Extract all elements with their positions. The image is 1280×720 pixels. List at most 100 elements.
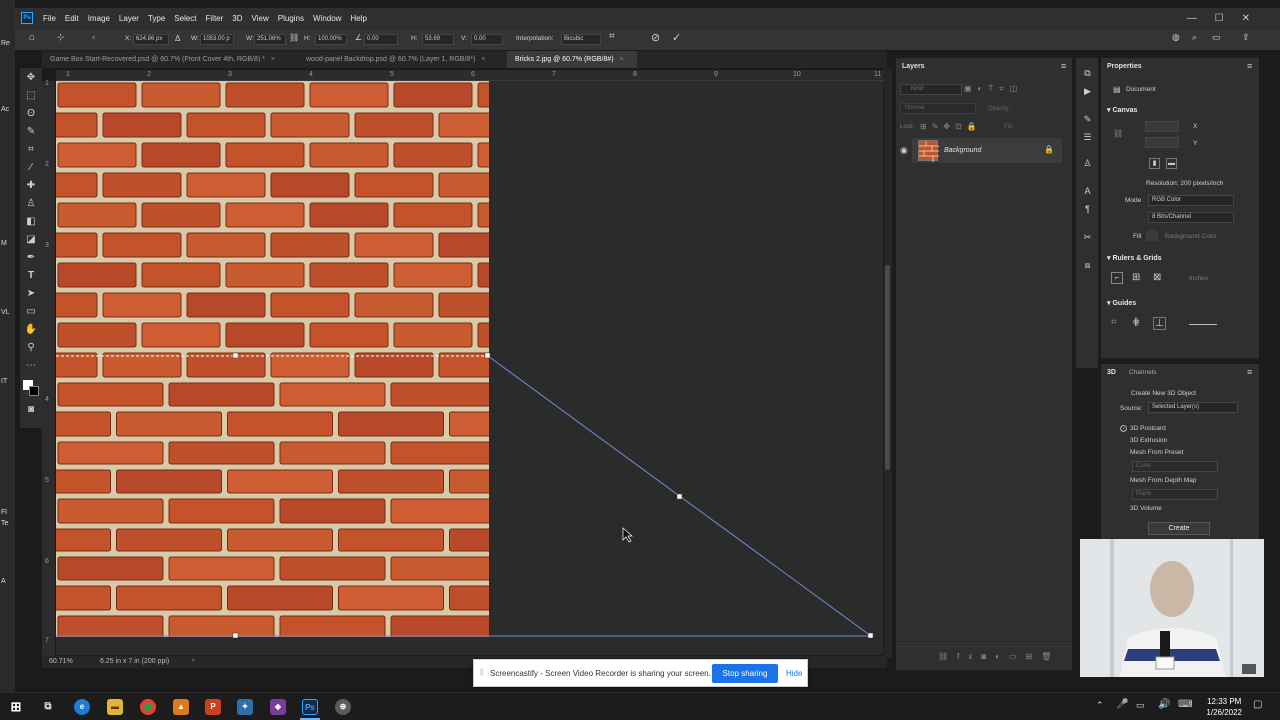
keyboard-icon[interactable]: ⌨ xyxy=(1178,699,1192,710)
option-3d-postcard[interactable]: 3D Postcard xyxy=(1130,425,1166,432)
radio-3d-postcard[interactable] xyxy=(1120,425,1127,432)
menu-filter[interactable]: Filter xyxy=(206,14,224,23)
powerpoint-icon[interactable]: P xyxy=(205,699,221,715)
chrome-icon[interactable] xyxy=(140,699,156,715)
menu-window[interactable]: Window xyxy=(313,14,341,23)
marquee-tool-icon[interactable]: ⬚ xyxy=(24,90,38,102)
rulers-grids-section[interactable]: ▾ Rulers & Grids xyxy=(1107,254,1161,262)
close-button[interactable]: ✕ xyxy=(1242,13,1250,24)
paragraph-icon[interactable]: ¶ xyxy=(1082,204,1093,215)
option-3d-extrusion[interactable]: 3D Extrusion xyxy=(1130,437,1167,444)
grid-icon[interactable]: ⊞ xyxy=(1132,272,1140,283)
create-button[interactable]: Create xyxy=(1148,522,1210,535)
move-tool-icon[interactable]: ✥ xyxy=(24,72,38,84)
blend-mode-select[interactable]: Normal xyxy=(900,103,976,114)
option-mesh-preset[interactable]: Mesh From Preset xyxy=(1130,449,1183,456)
pen-tool-icon[interactable]: ✒ xyxy=(24,252,38,264)
drag-handle-icon[interactable]: || xyxy=(480,669,484,676)
angle-input[interactable]: 0.00 xyxy=(364,34,398,45)
crop-tool-icon[interactable]: ⌗ xyxy=(24,144,38,156)
chevron-right-icon[interactable]: › xyxy=(192,657,194,664)
eye-icon[interactable]: ◉ xyxy=(900,145,908,156)
filter-icons[interactable]: ▣◐T⌗◫ xyxy=(964,84,1023,94)
more-tools-icon[interactable]: ⋯ xyxy=(24,360,38,372)
bit-depth-select[interactable]: 8 Bits/Channel xyxy=(1148,212,1234,223)
windows-start-icon[interactable]: ⊞ xyxy=(8,699,24,715)
layers-title[interactable]: Layers xyxy=(902,63,925,70)
type-tool-icon[interactable]: T xyxy=(24,270,38,282)
menu-3d[interactable]: 3D xyxy=(232,14,242,23)
tools-preset-icon[interactable]: ✂ xyxy=(1082,232,1093,243)
tab-close-icon[interactable]: × xyxy=(271,56,275,63)
menu-view[interactable]: View xyxy=(252,14,269,23)
option-3d-volume[interactable]: 3D Volume xyxy=(1130,505,1162,512)
app-icon[interactable]: ◈ xyxy=(270,699,286,715)
quick-mask-icon[interactable]: ◙ xyxy=(24,404,38,416)
libraries-icon[interactable]: ⧈ xyxy=(1082,260,1093,271)
minimize-button[interactable]: — xyxy=(1187,13,1197,24)
guides-layout-icon[interactable]: ⋕ xyxy=(1132,317,1140,328)
layer-filter-kind[interactable]: Kind xyxy=(900,84,962,95)
app-icon[interactable]: ⊕ xyxy=(335,699,351,715)
v-skew-input[interactable]: 0.00 xyxy=(471,34,503,45)
tab-bricks[interactable]: Bricks 2.jpg @ 60.7% (RGB/8#) × xyxy=(507,51,637,68)
w-pct-input[interactable]: 251.06% xyxy=(254,34,286,45)
interpolation-select[interactable]: Bicubic xyxy=(561,34,601,45)
task-view-icon[interactable]: ⧉ xyxy=(40,699,56,715)
background-color-swatch[interactable] xyxy=(29,386,39,396)
tab-wood-panel[interactable]: wood-panel Backdrop.psd @ 60.7% (Layer 1… xyxy=(298,51,504,68)
lasso-tool-icon[interactable]: ʘ xyxy=(24,108,38,120)
tab-close-icon[interactable]: × xyxy=(481,56,485,63)
menu-edit[interactable]: Edit xyxy=(65,14,79,23)
clone-source-icon[interactable]: ♙ xyxy=(1082,158,1093,169)
eraser-tool-icon[interactable]: ◧ xyxy=(24,216,38,228)
tab-3d[interactable]: 3D xyxy=(1107,369,1116,376)
guides-grid-icon[interactable]: ⌗ xyxy=(1111,317,1117,328)
ruler-units[interactable]: Inches xyxy=(1189,275,1208,282)
path-select-tool-icon[interactable]: ➤ xyxy=(24,288,38,300)
commit-transform-icon[interactable]: ✓ xyxy=(672,31,681,44)
hide-link[interactable]: Hide xyxy=(786,669,802,678)
hand-tool-icon[interactable]: ✋ xyxy=(24,324,38,336)
layer-row-background[interactable]: ◉ Background 🔒 xyxy=(900,138,1062,163)
mode-select[interactable]: RGB Color xyxy=(1148,195,1234,206)
fill-value[interactable]: Background Color xyxy=(1165,233,1217,240)
option-mesh-depth-map[interactable]: Mesh From Depth Map xyxy=(1130,477,1196,484)
ruler-icon[interactable]: ⌐ xyxy=(1111,272,1123,284)
source-select[interactable]: Selected Layer(s) xyxy=(1148,402,1238,413)
user-icon[interactable]: ◍ xyxy=(1172,32,1180,43)
link-icon[interactable]: ⛓ xyxy=(289,33,299,42)
link-icon[interactable]: ⛓ xyxy=(1113,129,1123,138)
file-explorer-icon[interactable]: ▬ xyxy=(107,699,123,715)
panel-menu-icon[interactable]: ≡ xyxy=(1247,61,1252,71)
menu-layer[interactable]: Layer xyxy=(119,14,139,23)
zoom-tool-icon[interactable]: ⚲ xyxy=(24,342,38,354)
menu-image[interactable]: Image xyxy=(88,14,110,23)
reference-point-icon[interactable]: ▫ xyxy=(92,32,95,42)
height-input[interactable] xyxy=(1145,137,1179,148)
photoshop-taskbar-icon[interactable]: Ps xyxy=(302,699,318,715)
menu-type[interactable]: Type xyxy=(148,14,165,23)
landscape-icon[interactable]: ▬ xyxy=(1166,158,1177,169)
vlc-icon[interactable]: ▲ xyxy=(173,699,189,715)
search-icon[interactable]: ⌕ xyxy=(1192,32,1197,43)
stamp-tool-icon[interactable]: ♙ xyxy=(24,198,38,210)
zoom-level[interactable]: 60.71% xyxy=(49,658,73,665)
pixel-grid-icon[interactable]: ⊠ xyxy=(1153,272,1161,283)
tray-chevron-icon[interactable]: ⌃ xyxy=(1096,700,1104,711)
width-input[interactable] xyxy=(1145,121,1179,132)
tab-channels[interactable]: Channels xyxy=(1129,369,1156,376)
history-icon[interactable]: ⧉ xyxy=(1082,68,1093,79)
character-icon[interactable]: A xyxy=(1082,186,1093,197)
tab-close-icon[interactable]: × xyxy=(620,56,624,63)
w-input[interactable]: 1053.00 p xyxy=(200,34,234,45)
home-icon[interactable]: ⌂ xyxy=(29,32,35,43)
guide-color-line[interactable] xyxy=(1189,324,1217,325)
transform-icon[interactable]: ⊹ xyxy=(57,32,65,43)
healing-tool-icon[interactable]: ✚ xyxy=(24,180,38,192)
microphone-icon[interactable]: 🎤 xyxy=(1116,699,1128,710)
adjustments-icon[interactable]: ☰ xyxy=(1082,132,1093,143)
menu-select[interactable]: Select xyxy=(174,14,196,23)
gradient-tool-icon[interactable]: ◪ xyxy=(24,234,38,246)
layer-action-icons[interactable]: ⛓fx◙◐▭⊞🗑 xyxy=(938,652,1060,661)
